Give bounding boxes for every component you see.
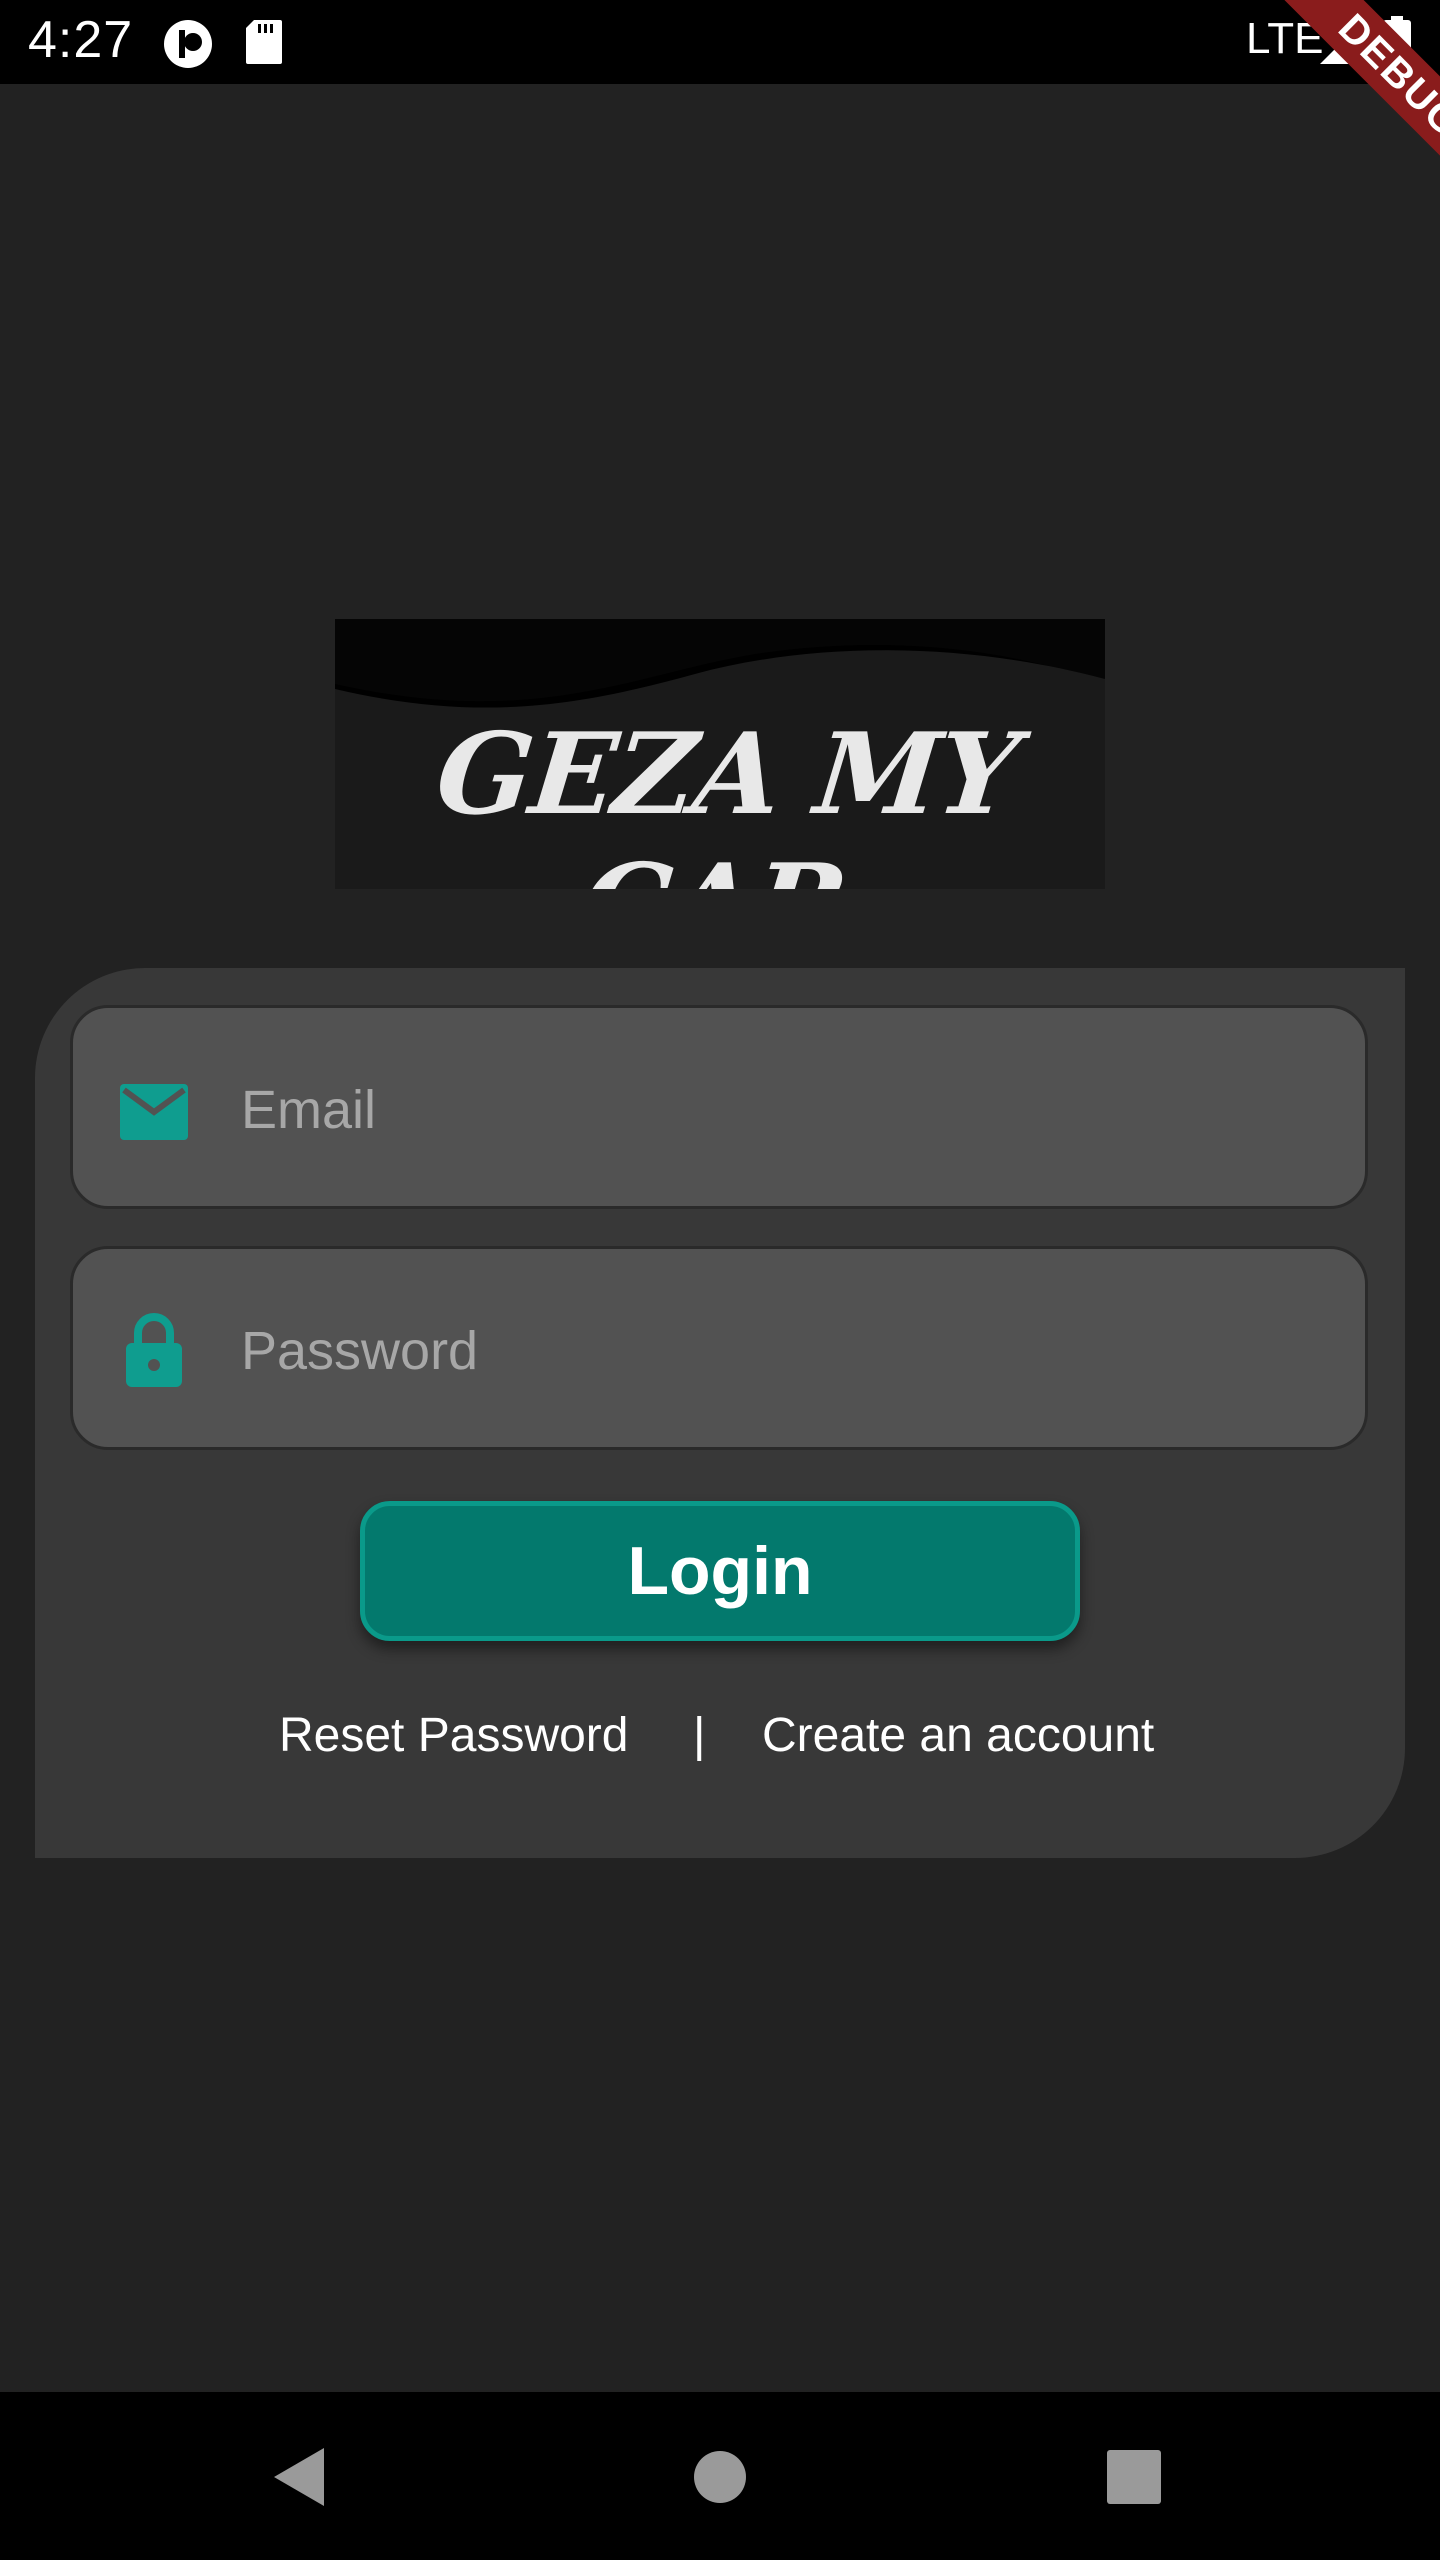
sd-card-icon <box>244 18 284 71</box>
password-input[interactable] <box>241 1299 1321 1403</box>
login-button[interactable]: Login <box>360 1501 1080 1641</box>
status-time: 4:27 <box>28 11 134 69</box>
email-icon <box>118 1076 190 1148</box>
back-icon[interactable] <box>266 2442 336 2512</box>
lock-icon <box>118 1311 190 1387</box>
home-icon[interactable] <box>685 2442 755 2512</box>
password-field[interactable] <box>70 1246 1368 1450</box>
app-logo: GEZA MY CAR <box>335 619 1105 889</box>
create-account-link[interactable]: Create an account <box>762 1708 1154 1763</box>
auth-links: Reset Password | Create an account <box>35 1708 1405 1778</box>
debug-banner-container: DEBUG <box>1220 0 1440 220</box>
email-field[interactable] <box>70 1005 1368 1209</box>
login-card: Login Reset Password | Create an account <box>35 968 1405 1858</box>
links-divider: | <box>693 1709 706 1762</box>
logo-text: GEZA MY CAR <box>430 709 1024 889</box>
reset-password-link[interactable]: Reset Password <box>279 1708 628 1763</box>
recents-icon[interactable] <box>1099 2442 1169 2512</box>
notification-app-icon <box>162 18 214 75</box>
navigation-bar <box>0 2392 1440 2560</box>
debug-banner: DEBUG <box>1274 0 1440 202</box>
email-input[interactable] <box>241 1058 1321 1162</box>
